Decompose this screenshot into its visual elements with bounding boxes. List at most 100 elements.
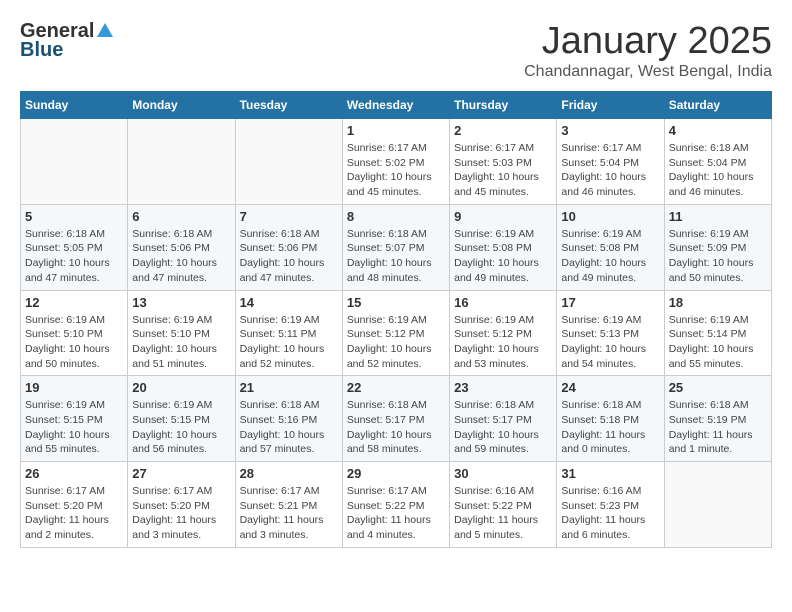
day-info: Sunrise: 6:19 AM Sunset: 5:09 PM Dayligh… [669,227,767,286]
calendar-week-row: 12 Sunrise: 6:19 AM Sunset: 5:10 PM Dayli… [21,290,772,376]
calendar-cell: 26 Sunrise: 6:17 AM Sunset: 5:20 PM Dayli… [21,462,128,548]
day-info: Sunrise: 6:19 AM Sunset: 5:12 PM Dayligh… [347,313,445,372]
calendar-cell: 15 Sunrise: 6:19 AM Sunset: 5:12 PM Dayli… [342,290,449,376]
calendar-cell: 21Sunrise: 6:18 AM Sunset: 5:16 PM Dayli… [235,376,342,462]
day-info: Sunrise: 6:17 AM Sunset: 5:22 PM Dayligh… [347,484,445,543]
calendar-cell: 30 Sunrise: 6:16 AM Sunset: 5:22 PM Dayli… [450,462,557,548]
day-number: 25 [669,380,767,395]
day-info: Sunrise: 6:18 AM Sunset: 5:17 PM Dayligh… [347,398,445,457]
calendar-week-row: 19 Sunrise: 6:19 AM Sunset: 5:15 PM Dayli… [21,376,772,462]
day-info: Sunrise: 6:18 AM Sunset: 5:04 PM Dayligh… [669,141,767,200]
day-number: 14 [240,295,338,310]
weekday-header-saturday: Saturday [664,92,771,119]
day-number: 22 [347,380,445,395]
calendar-cell: 14 Sunrise: 6:19 AM Sunset: 5:11 PM Dayli… [235,290,342,376]
calendar-week-row: 26 Sunrise: 6:17 AM Sunset: 5:20 PM Dayli… [21,462,772,548]
day-number: 6 [132,209,230,224]
day-info: Sunrise: 6:19 AM Sunset: 5:12 PM Dayligh… [454,313,552,372]
day-info: Sunrise: 6:19 AM Sunset: 5:11 PM Dayligh… [240,313,338,372]
day-info: Sunrise: 6:19 AM Sunset: 5:08 PM Dayligh… [454,227,552,286]
weekday-header-friday: Friday [557,92,664,119]
day-info: Sunrise: 6:16 AM Sunset: 5:23 PM Dayligh… [561,484,659,543]
calendar-cell: 18 Sunrise: 6:19 AM Sunset: 5:14 PM Dayli… [664,290,771,376]
calendar-cell: 8 Sunrise: 6:18 AM Sunset: 5:07 PM Daylig… [342,204,449,290]
weekday-header-wednesday: Wednesday [342,92,449,119]
day-number: 27 [132,466,230,481]
day-number: 8 [347,209,445,224]
day-number: 9 [454,209,552,224]
weekday-header-monday: Monday [128,92,235,119]
day-info: Sunrise: 6:18 AM Sunset: 5:18 PM Dayligh… [561,398,659,457]
day-info: Sunrise: 6:19 AM Sunset: 5:10 PM Dayligh… [132,313,230,372]
day-number: 10 [561,209,659,224]
calendar-cell: 20 Sunrise: 6:19 AM Sunset: 5:15 PM Dayli… [128,376,235,462]
calendar-week-row: 1Sunrise: 6:17 AM Sunset: 5:02 PM Daylig… [21,119,772,205]
day-info: Sunrise: 6:19 AM Sunset: 5:10 PM Dayligh… [25,313,123,372]
calendar-cell: 6 Sunrise: 6:18 AM Sunset: 5:06 PM Daylig… [128,204,235,290]
calendar-cell: 22 Sunrise: 6:18 AM Sunset: 5:17 PM Dayli… [342,376,449,462]
day-info: Sunrise: 6:18 AM Sunset: 5:19 PM Dayligh… [669,398,767,457]
calendar-cell: 3Sunrise: 6:17 AM Sunset: 5:04 PM Daylig… [557,119,664,205]
day-info: Sunrise: 6:17 AM Sunset: 5:20 PM Dayligh… [25,484,123,543]
day-number: 17 [561,295,659,310]
calendar-cell: 27 Sunrise: 6:17 AM Sunset: 5:20 PM Dayli… [128,462,235,548]
day-number: 30 [454,466,552,481]
day-number: 16 [454,295,552,310]
weekday-header-thursday: Thursday [450,92,557,119]
day-info: Sunrise: 6:18 AM Sunset: 5:06 PM Dayligh… [132,227,230,286]
day-number: 23 [454,380,552,395]
logo-icon [96,21,114,39]
day-info: Sunrise: 6:19 AM Sunset: 5:14 PM Dayligh… [669,313,767,372]
day-number: 29 [347,466,445,481]
calendar-cell: 28Sunrise: 6:17 AM Sunset: 5:21 PM Dayli… [235,462,342,548]
page-header: General Blue January 2025 Chandannagar, … [20,20,772,81]
logo-blue-text: Blue [20,39,114,62]
calendar-cell: 31Sunrise: 6:16 AM Sunset: 5:23 PM Dayli… [557,462,664,548]
calendar-cell: 13Sunrise: 6:19 AM Sunset: 5:10 PM Dayli… [128,290,235,376]
calendar-cell [128,119,235,205]
day-number: 1 [347,123,445,138]
weekday-header-sunday: Sunday [21,92,128,119]
day-number: 24 [561,380,659,395]
calendar-cell: 25 Sunrise: 6:18 AM Sunset: 5:19 PM Dayli… [664,376,771,462]
weekday-header-tuesday: Tuesday [235,92,342,119]
calendar-cell: 23 Sunrise: 6:18 AM Sunset: 5:17 PM Dayli… [450,376,557,462]
day-info: Sunrise: 6:18 AM Sunset: 5:17 PM Dayligh… [454,398,552,457]
logo: General Blue [20,20,114,62]
calendar-cell: 2 Sunrise: 6:17 AM Sunset: 5:03 PM Daylig… [450,119,557,205]
calendar-cell: 10 Sunrise: 6:19 AM Sunset: 5:08 PM Dayli… [557,204,664,290]
calendar-cell: 12 Sunrise: 6:19 AM Sunset: 5:10 PM Dayli… [21,290,128,376]
day-number: 15 [347,295,445,310]
calendar-cell: 16 Sunrise: 6:19 AM Sunset: 5:12 PM Dayli… [450,290,557,376]
day-info: Sunrise: 6:18 AM Sunset: 5:05 PM Dayligh… [25,227,123,286]
day-number: 2 [454,123,552,138]
day-info: Sunrise: 6:19 AM Sunset: 5:08 PM Dayligh… [561,227,659,286]
calendar-cell: 5Sunrise: 6:18 AM Sunset: 5:05 PM Daylig… [21,204,128,290]
day-info: Sunrise: 6:18 AM Sunset: 5:16 PM Dayligh… [240,398,338,457]
calendar-cell: 29 Sunrise: 6:17 AM Sunset: 5:22 PM Dayli… [342,462,449,548]
day-number: 28 [240,466,338,481]
day-info: Sunrise: 6:16 AM Sunset: 5:22 PM Dayligh… [454,484,552,543]
day-info: Sunrise: 6:17 AM Sunset: 5:03 PM Dayligh… [454,141,552,200]
calendar-table: SundayMondayTuesdayWednesdayThursdayFrid… [20,91,772,548]
day-number: 26 [25,466,123,481]
calendar-cell: 17 Sunrise: 6:19 AM Sunset: 5:13 PM Dayli… [557,290,664,376]
calendar-cell: 1Sunrise: 6:17 AM Sunset: 5:02 PM Daylig… [342,119,449,205]
day-info: Sunrise: 6:19 AM Sunset: 5:15 PM Dayligh… [132,398,230,457]
day-number: 4 [669,123,767,138]
day-info: Sunrise: 6:17 AM Sunset: 5:20 PM Dayligh… [132,484,230,543]
calendar-week-row: 5Sunrise: 6:18 AM Sunset: 5:05 PM Daylig… [21,204,772,290]
calendar-cell: 19Sunrise: 6:19 AM Sunset: 5:15 PM Dayli… [21,376,128,462]
day-info: Sunrise: 6:18 AM Sunset: 5:06 PM Dayligh… [240,227,338,286]
day-number: 18 [669,295,767,310]
day-number: 19 [25,380,123,395]
day-number: 11 [669,209,767,224]
calendar-cell [21,119,128,205]
day-info: Sunrise: 6:19 AM Sunset: 5:13 PM Dayligh… [561,313,659,372]
calendar-cell: 4 Sunrise: 6:18 AM Sunset: 5:04 PM Daylig… [664,119,771,205]
day-info: Sunrise: 6:18 AM Sunset: 5:07 PM Dayligh… [347,227,445,286]
day-number: 20 [132,380,230,395]
calendar-cell: 24 Sunrise: 6:18 AM Sunset: 5:18 PM Dayli… [557,376,664,462]
day-number: 12 [25,295,123,310]
month-title: January 2025 [524,20,772,63]
